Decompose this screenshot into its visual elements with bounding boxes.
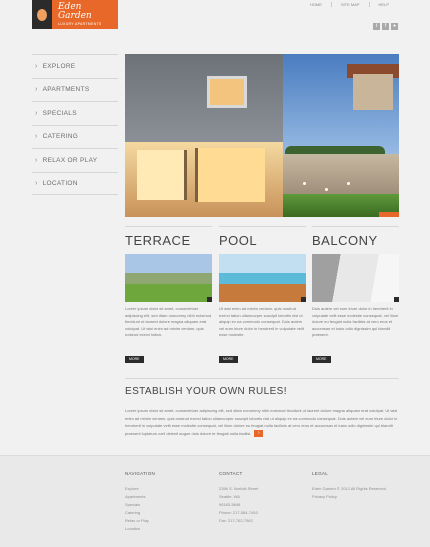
sidebar-item-relax-or-play[interactable]: › RELAX OR PLAY	[32, 148, 118, 172]
sidebar-item-label: CATERING	[42, 133, 79, 141]
copyright-text: Eden Garden © 2012 All Rights Reserved	[312, 486, 386, 491]
sidebar-item-specials[interactable]: › SPECIALS	[32, 101, 118, 125]
sidebar-item-label: EXPLORE	[42, 62, 76, 70]
contact-line: Seattle, WA	[219, 494, 240, 499]
feature-text: Duis autem vel eum iriure dolor in hendr…	[312, 306, 399, 337]
chevron-right-icon: ›	[35, 179, 38, 187]
contact-line: 2356 S. Norfolk Street	[219, 486, 259, 491]
footer-heading: LEGAL	[312, 471, 329, 476]
footer-legal: LEGAL Eden Garden © 2012 All Rights Rese…	[312, 471, 386, 501]
slider-pager[interactable]	[379, 212, 399, 217]
contact-line: Phone: 217-584-7493	[219, 510, 258, 515]
hero-image-house	[125, 54, 399, 217]
arrow-icon[interactable]	[301, 297, 306, 302]
brand-logo[interactable]: Eden Garden LUXURY APARTMENTS	[32, 0, 118, 29]
footer-link-relax-or-play[interactable]: Relax or Play	[125, 517, 155, 525]
logo-mark-icon	[32, 0, 52, 29]
chevron-right-icon: ›	[35, 156, 38, 164]
privacy-policy-link[interactable]: Privacy Policy	[312, 493, 386, 501]
feature-image[interactable]	[125, 254, 212, 302]
feature-pool: POOL Ut wisi enim ad minim veniam, quis …	[219, 226, 306, 365]
social-links: t f ●	[373, 23, 398, 30]
footer-link-specials[interactable]: Specials	[125, 501, 155, 509]
footer-contact: CONTACT 2356 S. Norfolk Street Seattle, …	[219, 471, 258, 525]
chevron-right-icon: ›	[35, 133, 38, 141]
top-nav-home[interactable]: HOME	[301, 2, 331, 7]
top-nav-help[interactable]: HELP	[370, 2, 398, 7]
sidebar-item-label: RELAX OR PLAY	[42, 156, 98, 164]
contact-line: 98183-5698	[219, 502, 241, 507]
feature-image[interactable]	[219, 254, 306, 302]
footer-heading: CONTACT	[219, 471, 243, 476]
sidebar-item-label: APARTMENTS	[42, 86, 90, 94]
read-more-arrow-icon[interactable]: ›	[254, 429, 264, 437]
section-title: ESTABLISH YOUR OWN RULES!	[125, 386, 287, 397]
sidebar-item-explore[interactable]: › EXPLORE	[32, 54, 118, 78]
top-nav: HOME SITE MAP HELP	[301, 2, 398, 7]
chevron-right-icon: ›	[35, 62, 38, 70]
feature-title: POOL	[219, 233, 258, 248]
chevron-right-icon: ›	[35, 86, 38, 94]
feature-title: BALCONY	[312, 233, 378, 248]
footer-link-location[interactable]: Location	[125, 525, 155, 533]
footer: NAVIGATION Explore Apartments Specials C…	[0, 455, 430, 547]
sidebar-item-label: LOCATION	[42, 179, 78, 187]
footer-heading: NAVIGATION	[125, 471, 156, 476]
footer-link-apartments[interactable]: Apartments	[125, 493, 155, 501]
facebook-icon[interactable]: f	[382, 23, 389, 30]
twitter-icon[interactable]: t	[373, 23, 380, 30]
feature-image[interactable]	[312, 254, 399, 302]
brand-name: Eden Garden	[57, 1, 92, 21]
contact-line: Fax: 217-762-7962	[219, 518, 253, 523]
page: Eden Garden LUXURY APARTMENTS HOME SITE …	[0, 0, 430, 547]
more-button[interactable]: MORE	[312, 355, 331, 363]
more-button[interactable]: MORE	[219, 355, 238, 363]
arrow-icon[interactable]	[207, 297, 212, 302]
footer-link-explore[interactable]: Explore	[125, 485, 155, 493]
sidebar-item-location[interactable]: › LOCATION	[32, 171, 118, 195]
chevron-right-icon: ›	[35, 109, 38, 117]
footer-navigation: NAVIGATION Explore Apartments Specials C…	[125, 471, 155, 533]
sidebar-item-catering[interactable]: › CATERING	[32, 124, 118, 149]
feature-text: Lorem ipsum dolor sit amet, consectetuer…	[125, 306, 212, 337]
sidebar-item-apartments[interactable]: › APARTMENTS	[32, 77, 118, 102]
feature-balcony: BALCONY Duis autem vel eum iriure dolor …	[312, 226, 399, 365]
sidebar-item-label: SPECIALS	[42, 109, 77, 117]
footer-link-catering[interactable]: Catering	[125, 509, 155, 517]
sidebar-nav: › EXPLORE › APARTMENTS › SPECIALS › CATE…	[32, 54, 118, 195]
arrow-icon[interactable]	[394, 297, 399, 302]
brand-tagline: LUXURY APARTMENTS	[57, 21, 102, 26]
feature-title: TERRACE	[125, 233, 191, 248]
top-nav-site-map[interactable]: SITE MAP	[332, 2, 369, 7]
rss-icon[interactable]: ●	[391, 23, 398, 30]
section-text: Lorem ipsum dolor sit amet, consectetuer…	[125, 407, 399, 437]
divider	[125, 378, 399, 379]
more-button[interactable]: MORE	[125, 355, 144, 363]
feature-terrace: TERRACE Lorem ipsum dolor sit amet, cons…	[125, 226, 212, 365]
feature-text: Ut wisi enim ad minim veniam, quis nostr…	[219, 306, 304, 337]
